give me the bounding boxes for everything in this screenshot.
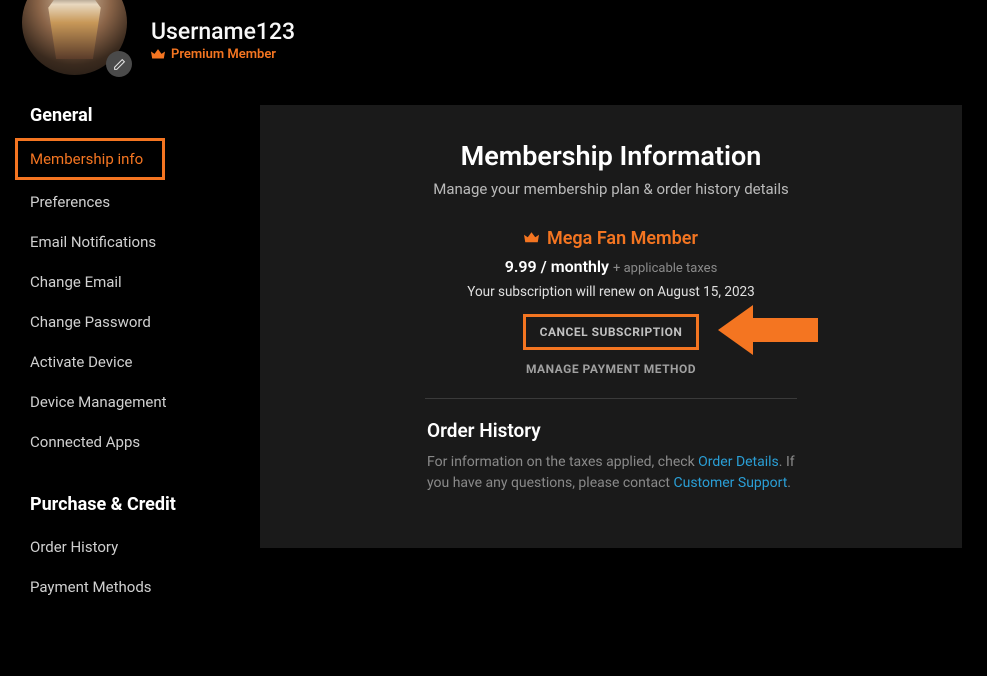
sidebar: General Membership info Preferences Emai…: [10, 105, 260, 607]
sidebar-item-change-password[interactable]: Change Password: [30, 302, 240, 342]
order-history-title: Order History: [427, 419, 795, 442]
cancel-subscription-button[interactable]: CANCEL SUBSCRIPTION: [523, 314, 700, 350]
order-history-section: Order History For information on the tax…: [305, 419, 917, 494]
sidebar-item-device-management[interactable]: Device Management: [30, 382, 240, 422]
profile-header: Username123 Premium Member: [0, 0, 987, 80]
pencil-icon: [113, 58, 126, 71]
sidebar-item-change-email[interactable]: Change Email: [30, 262, 240, 302]
tax-note: + applicable taxes: [613, 261, 717, 276]
avatar-wrap: [22, 5, 127, 75]
price: 9.99 / monthly + applicable taxes: [305, 257, 917, 276]
plan-name: Mega Fan Member: [305, 228, 917, 249]
sidebar-item-preferences[interactable]: Preferences: [30, 182, 240, 222]
sidebar-item-activate-device[interactable]: Activate Device: [30, 342, 240, 382]
order-history-text: For information on the taxes applied, ch…: [427, 452, 795, 494]
premium-badge: Premium Member: [151, 47, 295, 62]
username: Username123: [151, 18, 295, 45]
divider: [425, 398, 797, 399]
sidebar-item-email-notifications[interactable]: Email Notifications: [30, 222, 240, 262]
sidebar-section-general: General: [30, 105, 240, 126]
order-details-link[interactable]: Order Details: [698, 454, 779, 470]
crown-icon: [524, 232, 539, 245]
main-content: Membership Information Manage your membe…: [260, 105, 962, 548]
renewal-text: Your subscription will renew on August 1…: [305, 284, 917, 300]
user-info: Username123 Premium Member: [151, 18, 295, 62]
customer-support-link[interactable]: Customer Support: [673, 475, 787, 491]
page-subtitle: Manage your membership plan & order hist…: [305, 180, 917, 198]
sidebar-item-payment-methods[interactable]: Payment Methods: [30, 567, 240, 607]
sidebar-section-purchase: Purchase & Credit: [30, 494, 240, 515]
edit-avatar-button[interactable]: [106, 51, 132, 77]
crown-icon: [151, 49, 165, 61]
manage-payment-button[interactable]: MANAGE PAYMENT METHOD: [305, 362, 917, 376]
sidebar-item-connected-apps[interactable]: Connected Apps: [30, 422, 240, 462]
sidebar-item-membership-info[interactable]: Membership info: [15, 138, 165, 180]
page-title: Membership Information: [305, 140, 917, 172]
sidebar-item-order-history[interactable]: Order History: [30, 527, 240, 567]
